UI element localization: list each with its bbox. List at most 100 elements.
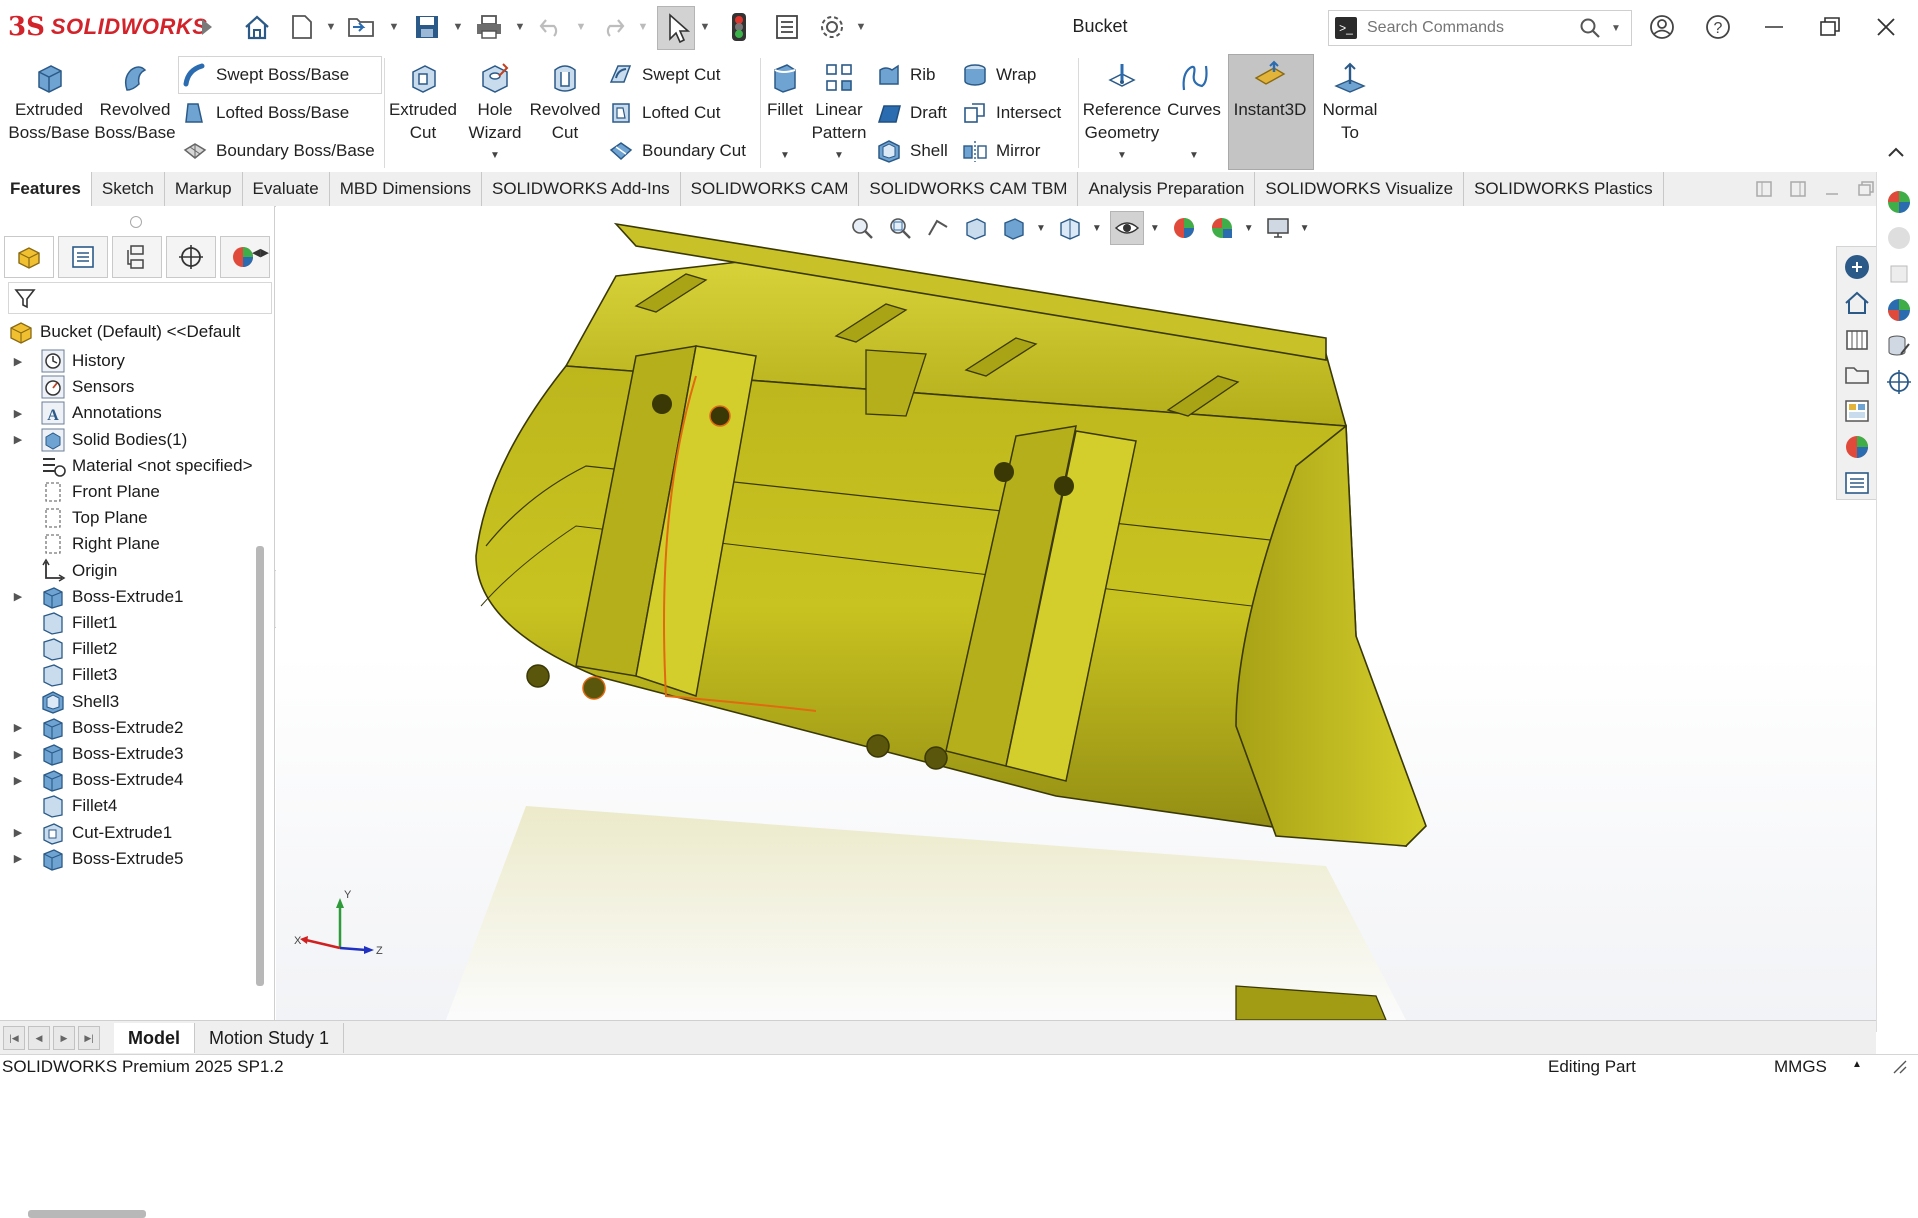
view-settings-dropdown-icon[interactable]: ▼ bbox=[1300, 223, 1310, 234]
redo-dropdown-icon[interactable]: ▼ bbox=[637, 18, 649, 36]
expand-arrow-icon[interactable]: ▶ bbox=[8, 433, 28, 446]
feature-manager-tab[interactable] bbox=[4, 236, 54, 278]
fillet-dropdown-icon[interactable]: ▼ bbox=[780, 144, 790, 167]
tab-evaluate[interactable]: Evaluate bbox=[243, 172, 330, 206]
view-palette-icon[interactable] bbox=[1843, 397, 1871, 425]
hole-wizard-button[interactable]: Hole Wizard ▼ bbox=[460, 60, 530, 170]
tab-mbd-dimensions[interactable]: MBD Dimensions bbox=[330, 172, 483, 206]
design-library-icon[interactable] bbox=[1843, 325, 1871, 353]
lofted-cut-button[interactable]: Lofted Cut bbox=[608, 97, 720, 129]
redo-icon[interactable] bbox=[596, 10, 630, 44]
print-icon[interactable] bbox=[472, 10, 506, 44]
restore-window-icon[interactable] bbox=[1810, 10, 1850, 44]
tab-solidworks-add-ins[interactable]: SOLIDWORKS Add-Ins bbox=[482, 172, 681, 206]
tree-item-fillet3[interactable]: Fillet3 bbox=[0, 662, 254, 688]
home-task-icon[interactable] bbox=[1843, 289, 1871, 317]
render-tools-icon[interactable] bbox=[1885, 296, 1913, 324]
wrap-button[interactable]: Wrap bbox=[962, 59, 1036, 91]
solidworks-resources-icon[interactable] bbox=[1843, 253, 1871, 281]
save-dropdown-icon[interactable]: ▼ bbox=[452, 18, 464, 36]
file-properties-icon[interactable] bbox=[770, 10, 804, 44]
tree-item-boss-extrude1[interactable]: ▶ Boss-Extrude1 bbox=[0, 584, 254, 610]
open-dropdown-icon[interactable]: ▼ bbox=[388, 18, 400, 36]
custom-properties-icon[interactable] bbox=[1843, 469, 1871, 497]
edit-appearance-icon[interactable] bbox=[1168, 212, 1200, 244]
tree-item-annotations[interactable]: ▶ A Annotations bbox=[0, 400, 254, 426]
tab-solidworks-visualize[interactable]: SOLIDWORKS Visualize bbox=[1255, 172, 1465, 206]
apply-scene-dropdown-icon[interactable]: ▼ bbox=[1244, 223, 1254, 234]
viewport-restore-icon[interactable] bbox=[1856, 179, 1876, 199]
expand-menu-icon[interactable] bbox=[190, 10, 224, 44]
expand-arrow-icon[interactable]: ▶ bbox=[8, 355, 28, 368]
shell-button[interactable]: Shell bbox=[876, 135, 948, 167]
revolved-boss-button[interactable]: Revolved Boss/Base bbox=[92, 60, 178, 170]
open-folder-icon[interactable] bbox=[345, 10, 379, 44]
appearances-icon[interactable] bbox=[1843, 433, 1871, 461]
zoom-to-fit-icon[interactable] bbox=[846, 212, 878, 244]
linear-pattern-dropdown-icon[interactable]: ▼ bbox=[834, 144, 844, 167]
tab-solidworks-cam-tbm[interactable]: SOLIDWORKS CAM TBM bbox=[859, 172, 1079, 206]
tree-item-material-not-specified[interactable]: Material <not specified> bbox=[0, 453, 254, 479]
panel-grip-icon[interactable] bbox=[130, 216, 142, 228]
search-input[interactable] bbox=[1365, 18, 1579, 38]
tab-sketch[interactable]: Sketch bbox=[92, 172, 165, 206]
previous-view-icon[interactable] bbox=[922, 212, 954, 244]
viewport-minimize-icon[interactable] bbox=[1822, 179, 1842, 199]
select-dropdown-icon[interactable]: ▼ bbox=[699, 18, 711, 36]
reference-geometry-button[interactable]: Reference Geometry ▼ bbox=[1082, 60, 1162, 170]
minimize-window-icon[interactable] bbox=[1754, 10, 1794, 44]
swept-boss-button[interactable]: Swept Boss/Base bbox=[182, 59, 349, 91]
intersect-button[interactable]: Intersect bbox=[962, 97, 1061, 129]
bucket-model-render[interactable] bbox=[276, 206, 1876, 1020]
expand-arrow-icon[interactable]: ▶ bbox=[8, 826, 28, 839]
tree-item-boss-extrude5[interactable]: ▶ Boss-Extrude5 bbox=[0, 846, 254, 872]
account-icon[interactable] bbox=[1642, 10, 1682, 44]
tree-horizontal-scrollbar[interactable] bbox=[28, 1210, 146, 1218]
section-view-icon[interactable] bbox=[960, 212, 992, 244]
tab-solidworks-cam[interactable]: SOLIDWORKS CAM bbox=[681, 172, 860, 206]
crosshair-target-icon[interactable] bbox=[1885, 368, 1913, 396]
hide-show-dropdown-icon[interactable]: ▼ bbox=[1150, 223, 1160, 234]
file-explorer-icon[interactable] bbox=[1843, 361, 1871, 389]
tree-root-part[interactable]: Bucket (Default) <<Default bbox=[0, 316, 254, 348]
apply-scene-icon[interactable] bbox=[1206, 212, 1238, 244]
tree-item-fillet2[interactable]: Fillet2 bbox=[0, 636, 254, 662]
curves-button[interactable]: Curves ▼ bbox=[1164, 60, 1224, 170]
hide-show-items-icon[interactable] bbox=[1109, 211, 1144, 245]
tab-analysis-preparation[interactable]: Analysis Preparation bbox=[1078, 172, 1256, 206]
dimxpert-manager-tab[interactable] bbox=[166, 236, 216, 278]
tree-item-boss-extrude4[interactable]: ▶ Boss-Extrude4 bbox=[0, 767, 254, 793]
tree-item-origin[interactable]: Origin bbox=[0, 558, 254, 584]
tree-item-fillet1[interactable]: Fillet1 bbox=[0, 610, 254, 636]
feature-tree-filter[interactable] bbox=[8, 282, 272, 314]
tree-item-fillet4[interactable]: Fillet4 bbox=[0, 793, 254, 819]
new-dropdown-icon[interactable]: ▼ bbox=[325, 18, 337, 36]
undo-dropdown-icon[interactable]: ▼ bbox=[575, 18, 587, 36]
panel-tabs-scroll-icon[interactable]: ◀▶ bbox=[252, 246, 269, 266]
save-icon[interactable] bbox=[410, 10, 444, 44]
revolved-cut-button[interactable]: Revolved Cut bbox=[530, 60, 600, 170]
search-icon[interactable] bbox=[1579, 17, 1601, 39]
next-tab-arrow-icon[interactable]: ▶ bbox=[53, 1026, 75, 1050]
reference-geometry-dropdown-icon[interactable]: ▼ bbox=[1117, 144, 1127, 167]
help-icon[interactable]: ? bbox=[1698, 10, 1738, 44]
tree-item-cut-extrude1[interactable]: ▶ Cut-Extrude1 bbox=[0, 820, 254, 846]
options-gear-icon[interactable] bbox=[815, 10, 849, 44]
draft-button[interactable]: Draft bbox=[876, 97, 947, 129]
tree-item-right-plane[interactable]: Right Plane bbox=[0, 531, 254, 557]
property-manager-tab[interactable] bbox=[58, 236, 108, 278]
tab-solidworks-plastics[interactable]: SOLIDWORKS Plastics bbox=[1464, 172, 1664, 206]
options-dropdown-icon[interactable]: ▼ bbox=[855, 18, 867, 36]
tree-item-top-plane[interactable]: Top Plane bbox=[0, 505, 254, 531]
new-document-icon[interactable] bbox=[285, 10, 319, 44]
configuration-manager-tab[interactable] bbox=[112, 236, 162, 278]
hole-wizard-dropdown-icon[interactable]: ▼ bbox=[490, 144, 500, 167]
tree-item-sensors[interactable]: Sensors bbox=[0, 374, 254, 400]
tab-model[interactable]: Model bbox=[114, 1023, 195, 1053]
normal-to-button[interactable]: Normal To bbox=[1314, 60, 1386, 170]
expand-arrow-icon[interactable]: ▶ bbox=[8, 590, 28, 603]
appearance-ball-icon[interactable] bbox=[1885, 188, 1913, 216]
collapse-ribbon-chevron-icon[interactable] bbox=[1884, 140, 1908, 164]
unit-system-selector[interactable]: MMGS bbox=[1774, 1057, 1827, 1077]
view-orientation-icon[interactable] bbox=[998, 212, 1030, 244]
